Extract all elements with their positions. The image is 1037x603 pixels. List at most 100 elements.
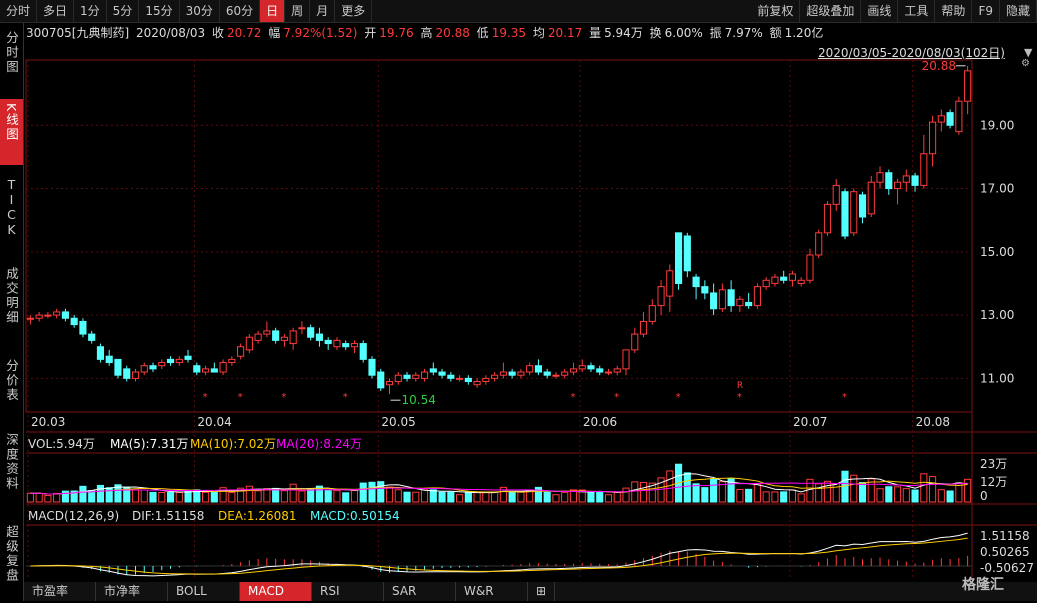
volume-bar (377, 481, 385, 503)
candle-down (342, 343, 350, 348)
volume-bar (587, 491, 595, 503)
candle-up (797, 279, 805, 284)
macd-legend-macd: MACD:0.50154 (310, 509, 400, 523)
volume-bar (254, 490, 262, 503)
candle-up (753, 286, 761, 307)
x-tick-label: 20.05 (381, 415, 415, 429)
volume-bar (937, 489, 945, 503)
candle-up (245, 336, 253, 351)
add-indicator-button[interactable]: ⊞ (528, 582, 556, 601)
y-tick-label: 15.00 (980, 245, 1014, 259)
candle-up (237, 346, 245, 357)
volume-bar (245, 485, 253, 503)
volume-bar (701, 487, 709, 503)
candle-down (543, 371, 551, 376)
volume-bar (604, 494, 613, 503)
candle-down (272, 330, 280, 341)
candle-up (622, 349, 630, 370)
tab-rsi[interactable]: RSI (312, 582, 384, 601)
volume-bar (420, 489, 429, 503)
candle-up (26, 317, 34, 320)
candle-down (534, 365, 542, 373)
candle-down (885, 172, 893, 190)
tab-macd[interactable]: MACD (240, 582, 312, 601)
candle-up (131, 371, 140, 379)
candle-up (228, 358, 236, 364)
candle-up (937, 115, 945, 123)
candle-down (114, 358, 122, 376)
volume-bar (710, 478, 718, 503)
tab-wr[interactable]: W&R (456, 582, 528, 601)
candle-up (893, 181, 902, 190)
candle-up (561, 371, 569, 376)
candle-down (368, 358, 376, 376)
event-star-marker: * (570, 392, 575, 403)
volume-bar (26, 492, 34, 503)
tab-boll[interactable]: BOLL (168, 582, 240, 601)
volume-bar (394, 489, 402, 503)
candle-up (491, 374, 499, 379)
volume-bar (561, 491, 569, 503)
volume-bar (920, 473, 928, 503)
candle-up (631, 333, 639, 351)
volume-bar (491, 491, 499, 503)
volume-bar (79, 485, 87, 503)
volume-bar (429, 489, 437, 503)
candle-up (482, 377, 490, 383)
candle-up (201, 368, 210, 373)
chart-canvas: 19.00 17.00 15.00 13.00 11.00 20.03 20.04 20.05… (25, 46, 1037, 580)
candle-down (377, 371, 385, 389)
volume-axis-label: 12万 (980, 475, 1007, 489)
volume-bar (771, 491, 779, 503)
candle-up (569, 368, 578, 373)
candle-up (35, 314, 43, 319)
candle-down (587, 365, 595, 370)
volume-bar (745, 488, 753, 503)
tab-sar[interactable]: SAR (384, 582, 456, 601)
candle-up (762, 279, 770, 288)
volume-bar (692, 483, 700, 503)
volume-bar (280, 490, 288, 503)
volume-bar (902, 488, 910, 503)
candle-down (429, 368, 437, 373)
volume-bar (482, 491, 490, 503)
candle-up (263, 330, 271, 335)
event-star-marker: * (842, 392, 847, 403)
y-tick-label: 19.00 (980, 118, 1014, 132)
candle-up (333, 339, 341, 348)
candle-down (841, 191, 849, 237)
volume-bar (359, 482, 367, 503)
volume-bar (929, 476, 937, 503)
tab-pe[interactable]: 市盈率 (24, 582, 96, 601)
volume-bar (543, 491, 551, 503)
candle-up (140, 365, 148, 373)
macd-axis-label: -0.50627 (980, 561, 1034, 575)
volume-bar (736, 488, 744, 503)
candle-up (578, 365, 586, 370)
candle-up (657, 286, 665, 307)
candle-up (552, 374, 560, 377)
candle-up (876, 172, 884, 183)
candle-down (596, 368, 604, 373)
candle-up (385, 381, 394, 386)
event-star-marker: * (203, 392, 208, 403)
volume-bar (342, 492, 350, 503)
volume-bar (96, 484, 105, 503)
candle-up (456, 377, 464, 380)
low-price-label: 10.54 (402, 393, 436, 407)
event-star-marker: * (281, 392, 286, 403)
volume-axis-label: 0 (980, 489, 988, 503)
candle-up (350, 343, 359, 348)
candle-up (473, 381, 481, 386)
candle-down (166, 358, 175, 364)
tab-pb[interactable]: 市净率 (96, 582, 168, 601)
volume-bar (464, 491, 472, 503)
volume-bar (762, 491, 770, 503)
volume-bar (210, 491, 218, 503)
volume-bar (823, 480, 832, 503)
candle-down (745, 301, 753, 307)
candle-up (394, 374, 402, 383)
candle-down (683, 235, 691, 272)
volume-bar (412, 491, 420, 503)
volume-bar (508, 491, 516, 503)
